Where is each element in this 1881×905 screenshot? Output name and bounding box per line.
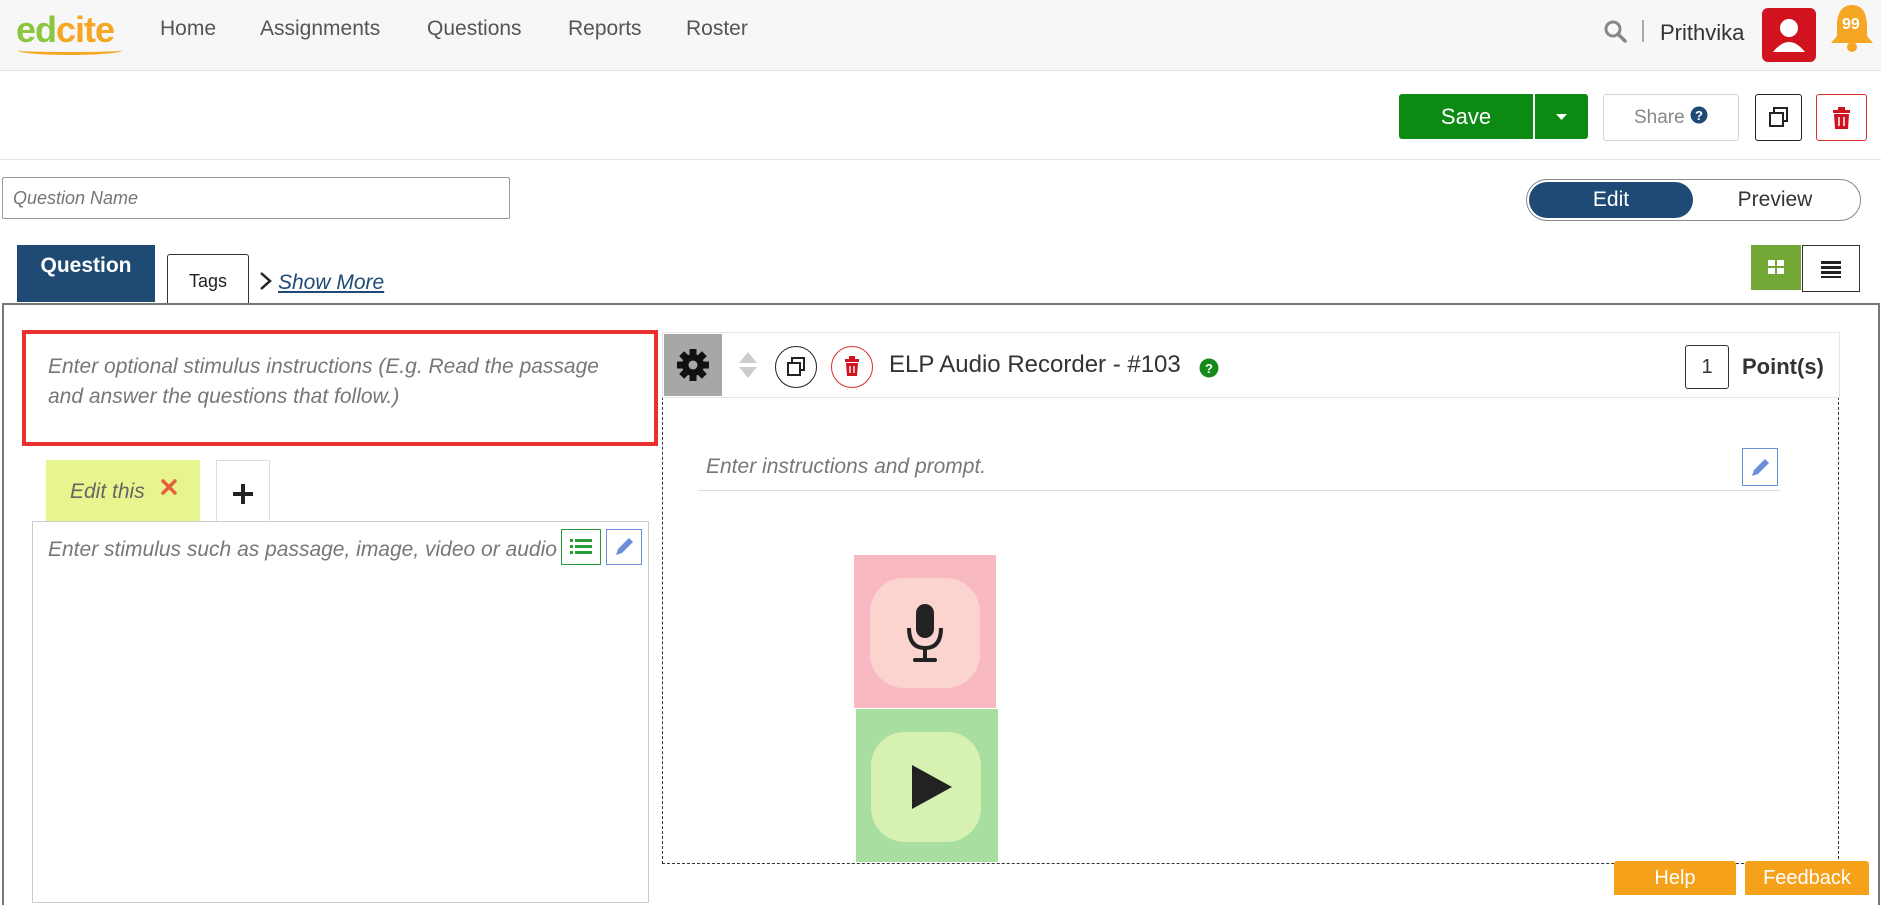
points-label: Point(s) xyxy=(1742,354,1824,379)
nav-roster[interactable]: Roster xyxy=(686,16,748,42)
nav-home[interactable]: Home xyxy=(160,16,216,42)
nav-assignments[interactable]: Assignments xyxy=(260,16,380,42)
share-button[interactable]: Share ? xyxy=(1603,94,1739,141)
search-icon[interactable] xyxy=(1603,19,1627,43)
list-view-button[interactable] xyxy=(1802,245,1860,292)
widget-settings-button[interactable] xyxy=(664,334,722,396)
delete-question-button[interactable] xyxy=(1816,94,1867,141)
logo-swoosh xyxy=(18,46,122,55)
copy-icon xyxy=(1769,107,1788,127)
list-icon xyxy=(1821,261,1841,278)
stimulus-placeholder: Enter stimulus such as passage, image, v… xyxy=(48,538,595,561)
mode-edit-button[interactable]: Edit xyxy=(1529,182,1693,218)
share-label: Share xyxy=(1634,107,1685,128)
nav-reports[interactable]: Reports xyxy=(568,16,642,42)
stimulus-edit-button[interactable] xyxy=(606,529,642,565)
plus-icon xyxy=(233,484,253,504)
stimulus-tab-label: Edit this xyxy=(70,480,145,503)
question-name-field[interactable] xyxy=(2,177,510,219)
notification-count: 99 xyxy=(1842,16,1860,33)
mode-preview-button[interactable]: Preview xyxy=(1693,182,1857,218)
sort-icon[interactable] xyxy=(737,350,759,380)
nav-questions[interactable]: Questions xyxy=(427,16,522,42)
prompt-underline xyxy=(698,490,1780,491)
points-input[interactable]: 1 xyxy=(1685,345,1729,389)
widget-title: ELP Audio Recorder - #103 xyxy=(889,351,1181,378)
play-icon[interactable] xyxy=(871,732,981,842)
avatar-icon xyxy=(1773,19,1805,52)
prompt-placeholder[interactable]: Enter instructions and prompt. xyxy=(706,455,986,479)
tab-tags[interactable]: Tags xyxy=(167,254,249,303)
action-bar xyxy=(0,71,1881,160)
audio-recorder-widget xyxy=(662,332,1839,864)
duplicate-widget-button[interactable] xyxy=(775,346,817,388)
logo-text-ed: ed xyxy=(16,9,57,50)
feedback-button[interactable]: Feedback xyxy=(1745,861,1869,895)
help-circle-icon: ? xyxy=(1690,106,1708,124)
chevron-right-icon[interactable] xyxy=(258,271,274,291)
stimulus-instructions-field[interactable]: Enter optional stimulus instructions (E.… xyxy=(22,330,658,446)
delete-widget-button[interactable] xyxy=(831,346,873,388)
help-button[interactable]: Help xyxy=(1614,861,1736,895)
logo-text-cite: cite xyxy=(56,9,115,50)
stimulus-instructions-placeholder: Enter optional stimulus instructions (E.… xyxy=(48,355,599,408)
svg-text:?: ? xyxy=(1205,361,1213,376)
stimulus-editor[interactable] xyxy=(32,521,649,903)
save-button[interactable]: Save xyxy=(1399,94,1533,139)
stimulus-list-button[interactable] xyxy=(561,529,601,565)
add-stimulus-tab-button[interactable] xyxy=(216,460,270,522)
avatar[interactable] xyxy=(1762,8,1816,62)
gear-icon xyxy=(677,349,709,381)
pencil-icon xyxy=(1752,459,1769,476)
tab-question[interactable]: Question xyxy=(17,245,155,302)
caret-down-icon xyxy=(1556,114,1567,120)
list-lines-icon xyxy=(570,539,592,554)
trash-icon xyxy=(1833,107,1850,129)
pencil-icon xyxy=(616,538,633,555)
grid-view-button[interactable] xyxy=(1751,245,1801,290)
trash-icon xyxy=(845,356,859,376)
prompt-edit-button[interactable] xyxy=(1742,448,1778,486)
close-icon[interactable] xyxy=(160,478,178,496)
microphone-icon[interactable] xyxy=(870,578,980,688)
nav-divider xyxy=(1642,20,1644,42)
help-circle-icon[interactable]: ? xyxy=(1199,358,1219,378)
question-name-input[interactable] xyxy=(11,178,505,218)
copy-icon xyxy=(787,357,805,376)
duplicate-question-button[interactable] xyxy=(1755,94,1802,141)
show-more-link[interactable]: Show More xyxy=(278,271,384,295)
user-name[interactable]: Prithvika xyxy=(1660,20,1744,46)
grid-icon xyxy=(1768,260,1784,274)
svg-text:?: ? xyxy=(1695,108,1703,123)
save-options-button[interactable] xyxy=(1535,94,1588,139)
